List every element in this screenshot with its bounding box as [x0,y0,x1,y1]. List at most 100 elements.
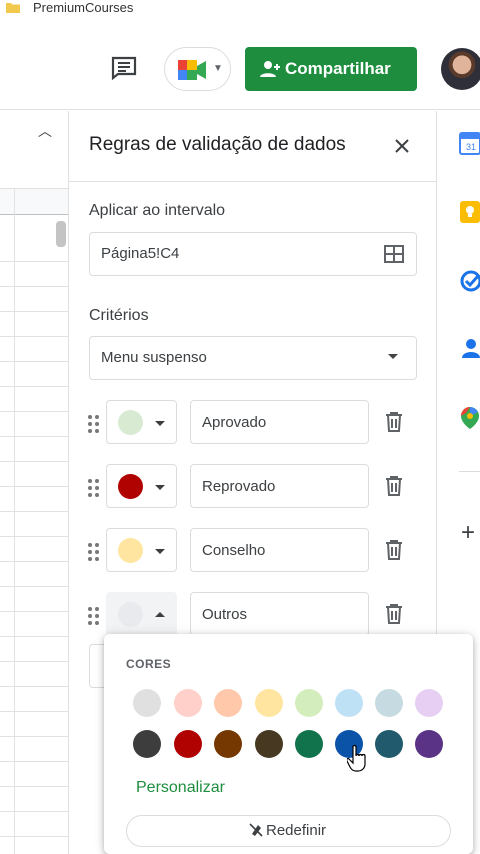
palette-color[interactable] [174,730,202,758]
scrollbar[interactable] [56,221,66,247]
grid-line [0,411,68,412]
range-value: Página5!C4 [101,245,180,262]
avatar[interactable] [441,48,480,90]
hand-cursor-icon [347,745,366,772]
range-field[interactable]: Página5!C4 [89,232,417,276]
palette-color[interactable] [214,730,242,758]
divider [69,181,438,182]
color-picker-popup: CORES Personalizar Redefinir [104,634,473,854]
grid-line [0,561,68,562]
grid-line [0,361,68,362]
drag-handle-icon[interactable] [87,606,101,626]
grid-line [14,188,15,854]
palette-color[interactable] [415,689,443,717]
meet-button[interactable]: ▼ [164,47,231,91]
color-swatch [118,410,143,435]
panel-title: Regras de validação de dados [89,134,346,155]
select-range-icon[interactable] [384,245,404,263]
palette-color[interactable] [335,689,363,717]
option-row: Aprovado [69,400,438,446]
option-value: Aprovado [202,414,267,431]
trash-icon[interactable] [385,475,403,497]
calendar-icon[interactable]: 31 [459,131,480,155]
reset-button-label: Redefinir [266,822,327,839]
grid-line [0,836,68,837]
share-button[interactable]: Compartilhar [245,47,417,91]
folder-icon [6,3,20,13]
grid-line [0,686,68,687]
grid-line [0,636,68,637]
trash-icon[interactable] [385,603,403,625]
palette-color[interactable] [174,689,202,717]
palette-color[interactable] [415,730,443,758]
criteria-value: Menu suspenso [101,349,207,366]
grid-line [0,711,68,712]
drag-handle-icon[interactable] [87,414,101,434]
window-title-bar: PremiumCourses [0,0,480,20]
grid-line [0,511,68,512]
color-picker-button[interactable] [106,400,177,444]
grid-line [0,336,68,337]
palette-color[interactable] [295,689,323,717]
chevron-down-icon [155,421,165,426]
window-title: PremiumCourses [33,0,134,15]
trash-icon[interactable] [385,539,403,561]
keep-icon[interactable] [459,200,480,224]
palette-color[interactable] [375,689,403,717]
grid-line [0,386,68,387]
grid-line [0,486,68,487]
color-swatch [118,602,143,627]
palette-color[interactable] [295,730,323,758]
chevron-down-icon: ▼ [213,63,223,74]
close-icon[interactable] [392,136,412,156]
option-input[interactable]: Reprovado [190,464,369,508]
colors-section-label: CORES [126,657,172,671]
custom-color-link[interactable]: Personalizar [136,779,225,797]
reset-button[interactable]: Redefinir [126,815,451,847]
palette-color[interactable] [133,689,161,717]
option-row: Conselho [69,528,438,574]
grid-line [0,736,68,737]
option-input[interactable]: Aprovado [190,400,369,444]
drag-handle-icon[interactable] [87,542,101,562]
collapse-up-icon[interactable]: ︿ [38,121,52,141]
option-input[interactable]: Conselho [190,528,369,572]
contacts-icon[interactable] [459,336,480,360]
option-row: Reprovado [69,464,438,510]
option-row: Outros [69,592,438,638]
grid-line [0,436,68,437]
palette-color[interactable] [255,689,283,717]
tasks-icon[interactable] [459,269,480,293]
chevron-down-icon [388,354,398,359]
chevron-up-icon [155,612,165,617]
criteria-select[interactable]: Menu suspenso [89,336,417,380]
add-person-icon [260,61,280,77]
comment-icon[interactable] [110,56,138,80]
color-swatch [118,474,143,499]
grid-line [0,586,68,587]
palette-color[interactable] [255,730,283,758]
trash-icon[interactable] [385,411,403,433]
maps-icon[interactable] [459,406,480,430]
sheet-grid: ︿ [0,111,68,854]
chevron-down-icon [155,549,165,554]
meet-icon [178,60,206,80]
toolbar: ▼ Compartilhar [0,20,480,110]
palette-color[interactable] [375,730,403,758]
option-value: Reprovado [202,478,276,495]
palette-color[interactable] [133,730,161,758]
add-ons-plus-icon[interactable]: + [461,519,475,547]
color-picker-button[interactable] [106,464,177,508]
color-picker-button[interactable] [106,592,177,636]
divider [459,471,480,472]
drag-handle-icon[interactable] [87,478,101,498]
option-value: Outros [202,606,248,623]
share-button-label: Compartilhar [285,59,391,78]
color-swatch [118,538,143,563]
color-picker-button[interactable] [106,528,177,572]
svg-text:31: 31 [466,142,476,152]
grid-line [0,461,68,462]
palette-color[interactable] [214,689,242,717]
option-input[interactable]: Outros [190,592,369,636]
grid-line [0,311,68,312]
